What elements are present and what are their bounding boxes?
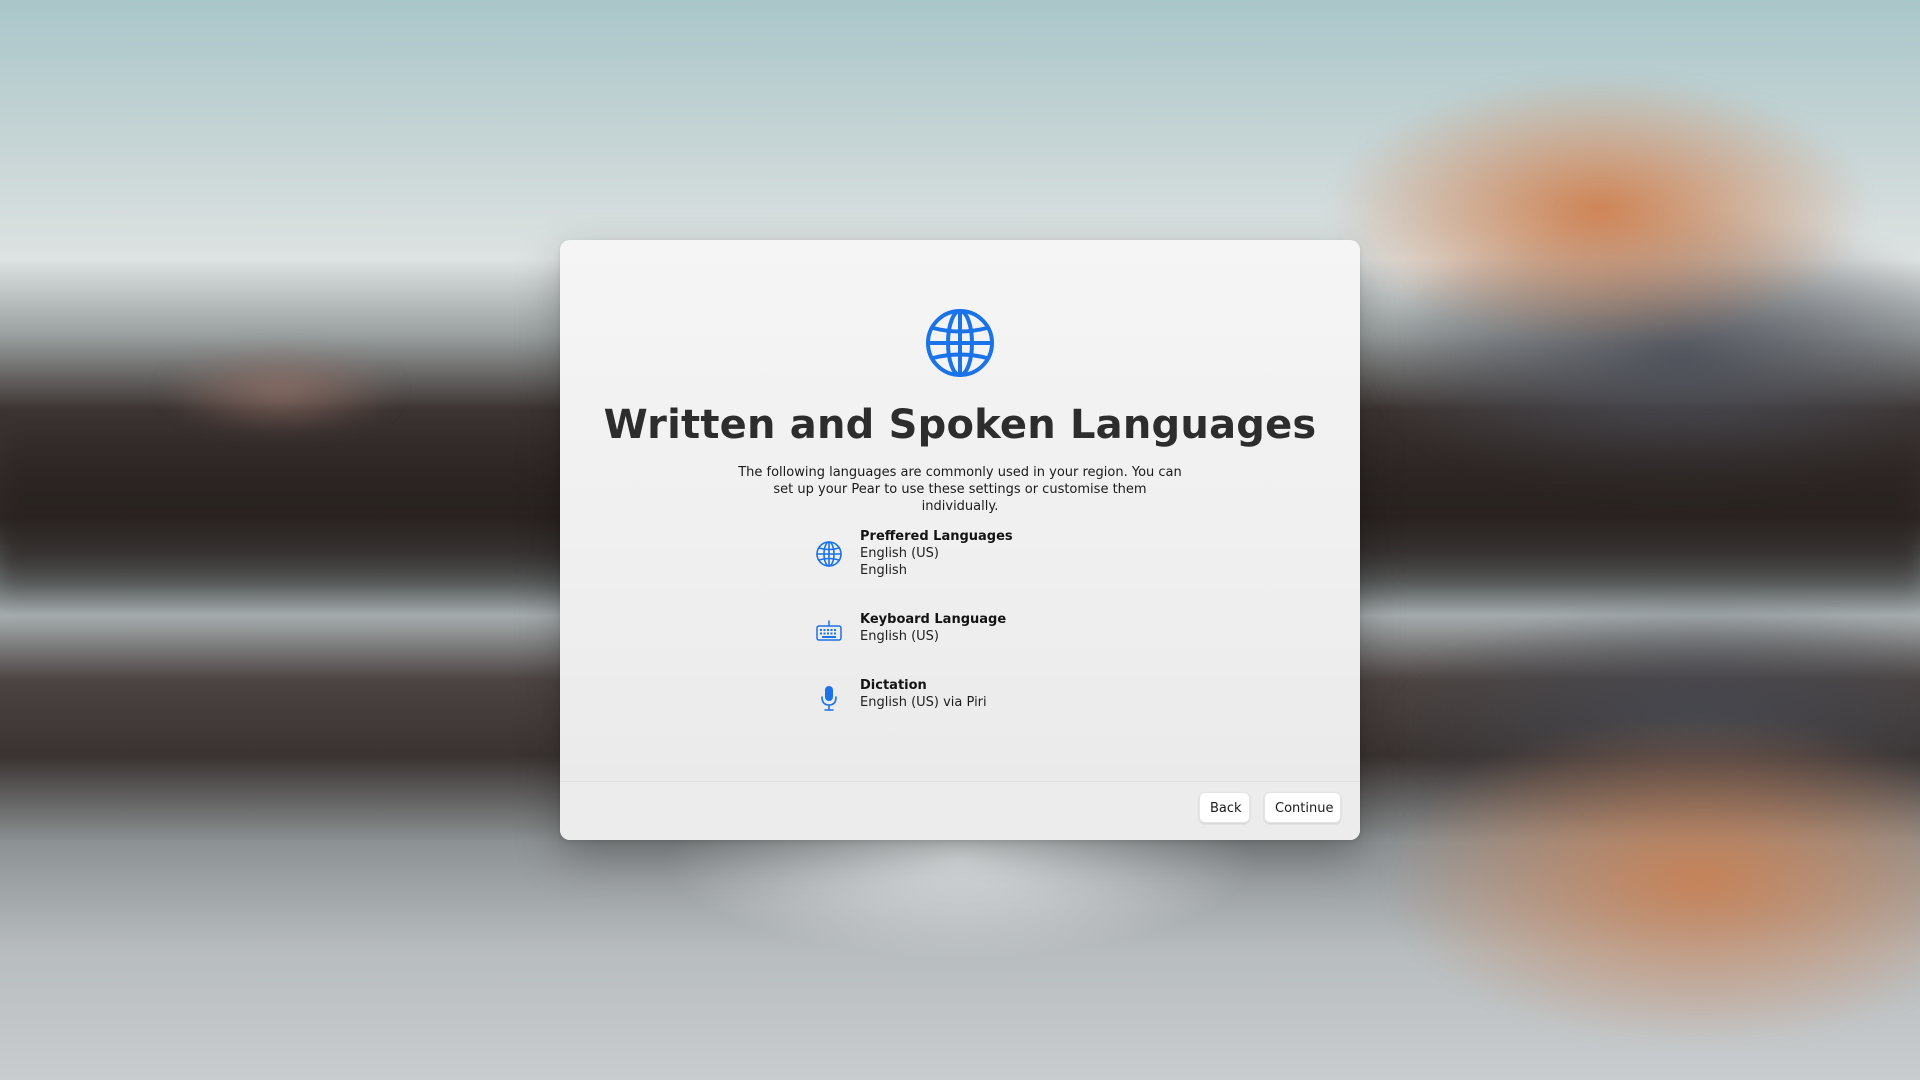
list-item-text: Keyboard Language English (US) xyxy=(860,611,1006,645)
list-item-title: Keyboard Language xyxy=(860,612,1007,627)
globe-icon xyxy=(925,308,995,378)
dialog-footer: Back Continue xyxy=(560,781,1360,840)
setup-dialog: Written and Spoken Languages The followi… xyxy=(560,240,1360,840)
page-subtitle: The following languages are commonly use… xyxy=(738,465,1182,514)
list-item-title: Dictation xyxy=(860,678,927,693)
keyboard-icon xyxy=(815,618,843,646)
list-item-text: Preffered Languages English (US) English xyxy=(860,528,1013,579)
back-button[interactable]: Back xyxy=(1199,792,1250,823)
page-title: Written and Spoken Languages xyxy=(603,402,1317,448)
desktop-wallpaper: Written and Spoken Languages The followi… xyxy=(0,0,1920,1080)
list-item-value: English (US) xyxy=(860,629,939,644)
list-item-value: English (US) via Piri xyxy=(860,695,987,710)
microphone-icon xyxy=(815,684,843,712)
continue-button[interactable]: Continue xyxy=(1264,792,1341,823)
list-item-text: Dictation English (US) via Piri xyxy=(860,677,987,711)
globe-icon xyxy=(815,540,843,568)
list-item-title: Preffered Languages xyxy=(860,529,1013,544)
list-item-value: English (US) xyxy=(860,546,939,561)
list-item-value: English xyxy=(860,563,907,578)
